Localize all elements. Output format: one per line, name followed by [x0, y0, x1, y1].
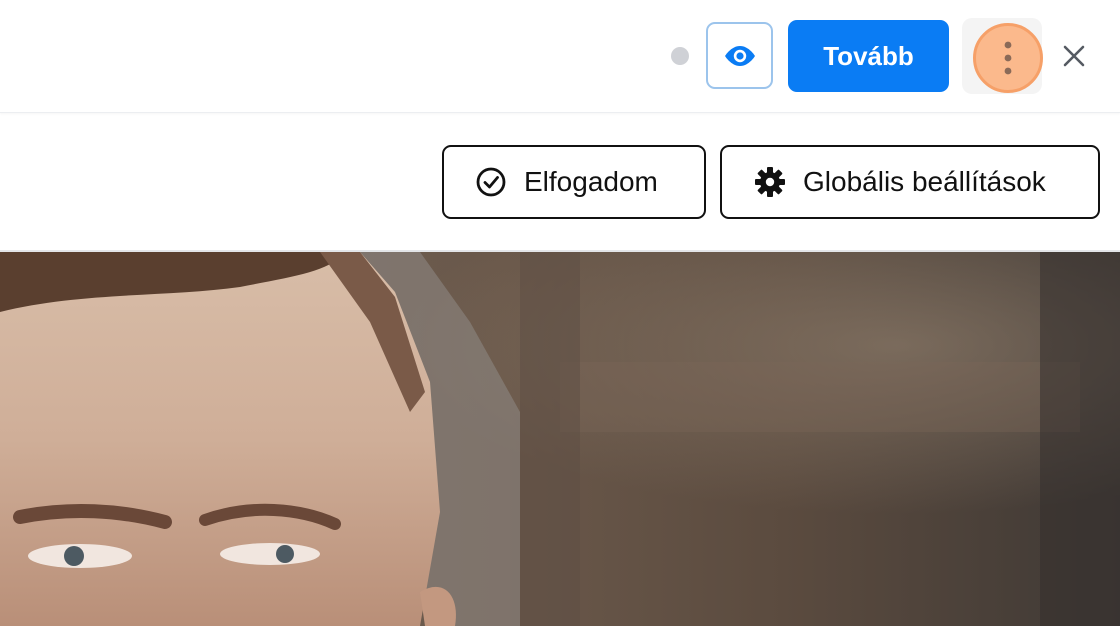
next-button[interactable]: Tovább [788, 20, 949, 92]
close-icon [1063, 45, 1085, 67]
global-settings-label: Globális beállítások [803, 166, 1046, 197]
more-options-highlight [973, 23, 1043, 93]
more-options-button[interactable] [962, 18, 1043, 94]
gear-icon [753, 165, 787, 199]
accept-button[interactable]: Elfogadom [442, 145, 706, 219]
accept-label: Elfogadom [524, 166, 658, 197]
preview-button[interactable] [706, 22, 773, 89]
eye-icon [724, 45, 755, 66]
close-button[interactable] [1054, 36, 1094, 76]
editor-toolbar: Tovább [0, 0, 1120, 113]
hero-photo [0, 252, 1120, 626]
check-circle-icon [474, 165, 508, 199]
more-vertical-icon [1004, 41, 1012, 75]
global-settings-button[interactable]: Globális beállítások [720, 145, 1100, 219]
consent-bar: Elfogadom Globális beállítások [0, 114, 1120, 252]
man-portrait-photo [0, 252, 1120, 626]
status-indicator [671, 47, 689, 65]
